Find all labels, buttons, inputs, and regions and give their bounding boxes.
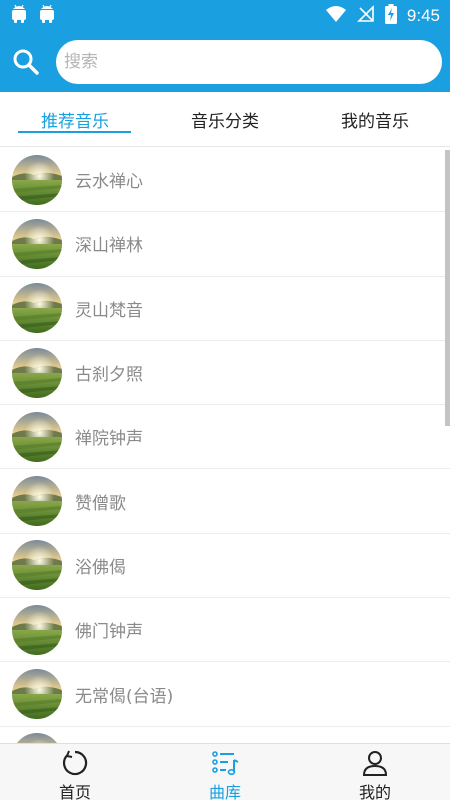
song-title: 佛门钟声 [75,622,143,643]
song-title: 云水禅心 [75,172,143,193]
song-cover-image [12,733,62,743]
search-box[interactable] [56,40,442,84]
song-cover-image [12,669,62,720]
tab-music-categories[interactable]: 音乐分类 [150,92,300,146]
song-title: 无常偈(台语) [75,686,174,707]
search-input[interactable] [64,52,434,72]
song-cover-image [12,411,62,462]
song-title: 赞僧歌 [75,493,126,514]
list-item[interactable]: 佛门钟声 [0,598,450,663]
list-item[interactable]: 古刹夕照 [0,341,450,406]
nav-me[interactable]: 我的 [300,744,450,800]
song-cover-image [12,604,62,655]
song-title: 浴佛偈 [75,557,126,578]
list-item[interactable]: 赞僧歌 [0,469,450,534]
music-library-icon [211,749,239,777]
android-icon [10,4,28,28]
nav-home[interactable]: 首页 [0,744,150,800]
bottom-nav: 首页 曲库 我的 [0,743,450,800]
song-cover-image [12,476,62,527]
status-right: 9:45 [325,4,440,28]
song-title: 禅院钟声 [75,429,143,450]
tab-my-music[interactable]: 我的音乐 [300,92,450,146]
song-cover-image [12,218,62,269]
song-title: 古刹夕照 [75,365,143,386]
home-ring-icon [61,749,89,777]
status-bar: 9:45 [0,0,450,32]
list-item[interactable]: 云水禅心 [0,148,450,213]
song-list[interactable]: 云水禅心 深山禅林 灵山梵音 古刹夕照 禅院钟声 赞僧歌 浴佛偈 佛门钟声 无常… [0,148,450,743]
song-cover-image [12,540,62,591]
wifi-icon [325,5,347,27]
song-cover-image [12,347,62,398]
list-item[interactable]: 禅院钟声 [0,405,450,470]
list-item[interactable] [0,727,450,743]
list-item[interactable]: 无常偈(台语) [0,662,450,727]
nav-home-label: 首页 [58,783,91,800]
search-icon[interactable] [12,48,40,76]
user-icon [361,749,389,777]
song-title: 深山禅林 [75,236,143,257]
status-left [10,4,56,28]
nav-music-library-label: 曲库 [208,783,241,800]
android-icon [38,4,56,28]
nav-music-library[interactable]: 曲库 [150,744,300,800]
list-scrollbar[interactable] [445,150,450,426]
battery-charging-icon [384,4,397,28]
header-bar [0,32,450,92]
song-cover-image [12,154,62,205]
nav-me-label: 我的 [358,783,391,800]
tab-recommended-music[interactable]: 推荐音乐 [0,92,150,146]
list-item[interactable]: 浴佛偈 [0,534,450,599]
no-signal-icon [356,5,375,27]
list-item[interactable]: 灵山梵音 [0,277,450,341]
status-time: 9:45 [406,6,440,25]
list-item[interactable]: 深山禅林 [0,212,450,277]
song-title: 灵山梵音 [75,300,143,321]
app-root: 9:45 推荐音乐 音乐分类 我的音乐 [0,0,450,800]
tab-bar: 推荐音乐 音乐分类 我的音乐 [0,92,450,147]
song-cover-image [12,283,62,334]
